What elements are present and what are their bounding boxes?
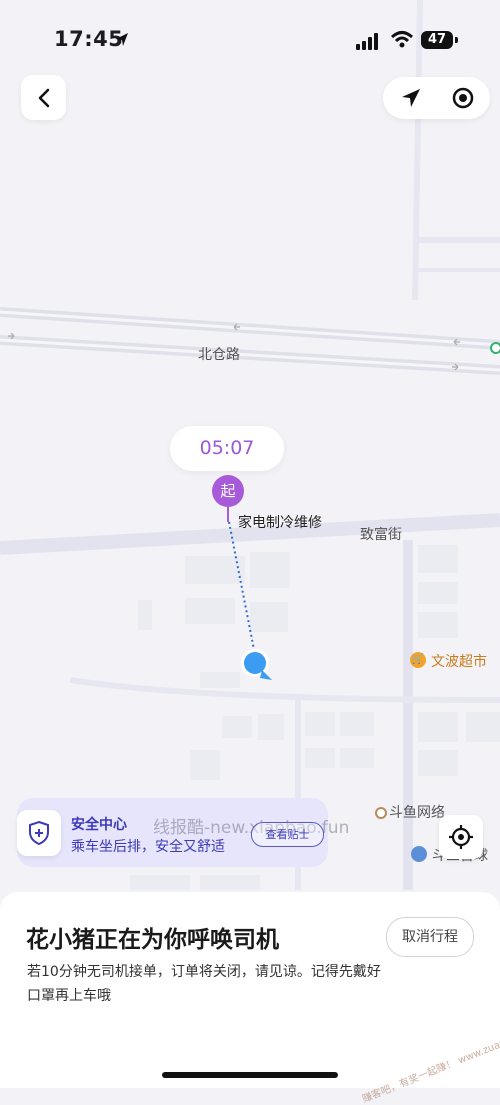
status-bar: 17:45 47 (0, 0, 500, 80)
back-chevron-icon (38, 88, 49, 107)
target-icon[interactable] (451, 86, 475, 110)
view-tips-button[interactable]: 查看贴士 (251, 822, 324, 847)
status-time: 17:45 (54, 27, 124, 51)
cancel-trip-button[interactable]: 取消行程 (386, 917, 474, 957)
bottom-sheet: 花小猪正在为你呼唤司机 取消行程 若10分钟无司机接单，订单将关闭，请见谅。记得… (0, 892, 500, 1105)
cellular-signal-icon (356, 32, 382, 50)
back-button[interactable] (21, 75, 66, 120)
poi-label: 斗鱼网络 (389, 805, 445, 821)
poi-label: 文波超市 (431, 654, 487, 670)
safety-shield-button[interactable] (17, 810, 61, 856)
road-label: 北仓路 (198, 347, 240, 363)
shop-icon: 🛒 (410, 652, 426, 668)
navigation-arrow-icon[interactable] (399, 86, 423, 110)
sheet-description: 若10分钟无司机接单，订单将关闭，请见谅。记得先戴好口罩再上车哦 (27, 964, 381, 1004)
locate-button[interactable] (439, 815, 483, 859)
start-pin: 起 (212, 475, 244, 507)
poi-label: 家电制冷维修 (238, 515, 322, 531)
battery-cap (455, 37, 458, 43)
safety-title: 安全中心 (71, 817, 127, 833)
poi-ball-icon (411, 846, 427, 862)
safety-subtitle: 乘车坐后排，安全又舒适 (71, 839, 225, 855)
wifi-icon (390, 31, 414, 48)
poi-dot-icon (375, 807, 387, 819)
home-indicator (162, 1072, 338, 1078)
location-arrow-icon (116, 33, 128, 46)
start-pin-stem (227, 506, 229, 522)
corner-watermark: 赚客吧，有奖一起赚！ www.zuanke8.com (360, 1021, 500, 1105)
shield-plus-icon (29, 820, 49, 846)
battery-indicator: 47 (421, 31, 453, 49)
eta-bubble: 05:07 (170, 426, 284, 471)
map-top-actions (383, 77, 490, 119)
map-area[interactable]: 北仓路 致富街 05:07 起 家电制冷维修 🛒 文波超市 斗鱼网络 斗三台球 (0, 0, 500, 890)
road-label: 致富街 (360, 527, 402, 543)
sheet-title: 花小猪正在为你呼唤司机 (26, 927, 279, 953)
locate-crosshair-icon (449, 825, 473, 849)
